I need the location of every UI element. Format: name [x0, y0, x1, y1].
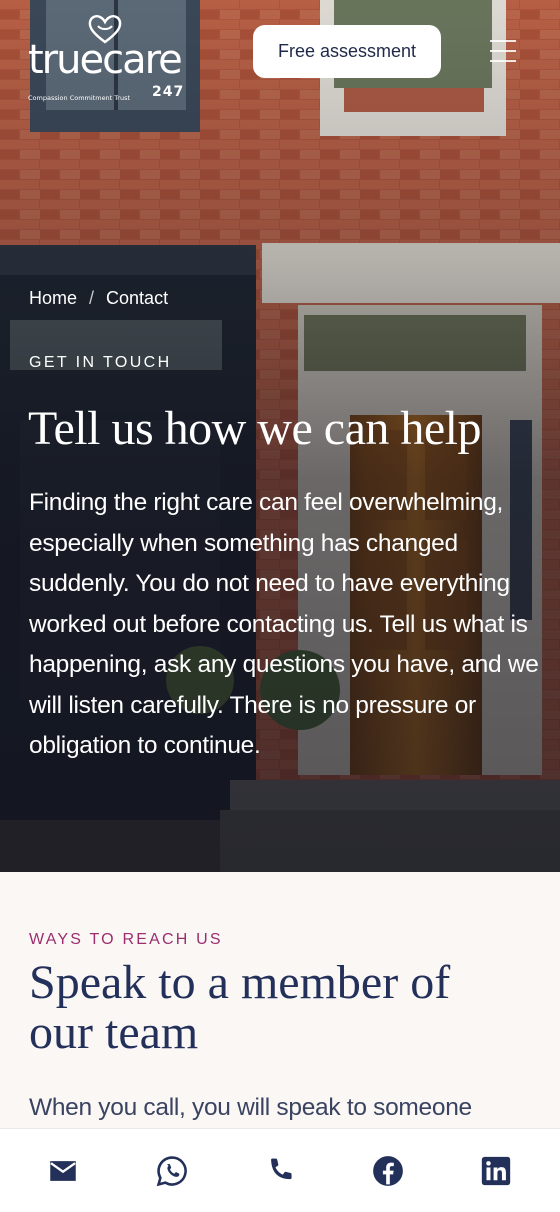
breadcrumb-current: Contact	[106, 288, 169, 308]
logo-tagline: Compassion Commitment Trust	[28, 94, 131, 102]
menu-icon[interactable]	[490, 40, 518, 62]
menu-line	[490, 60, 516, 62]
whatsapp-icon	[156, 1156, 187, 1187]
hero-section: truecare Compassion Commitment Trust 247…	[0, 0, 560, 872]
linkedin-button[interactable]	[474, 1149, 518, 1193]
section-body: When you call, you will speak to someone	[29, 1094, 472, 1121]
hero-body: Finding the right care can feel overwhel…	[29, 489, 539, 759]
menu-line	[490, 50, 516, 52]
truecare-logo[interactable]: truecare Compassion Commitment Trust 247	[28, 14, 188, 102]
section-title: Speak to a member of our team	[29, 956, 451, 1059]
breadcrumb-home-link[interactable]: Home	[29, 288, 77, 309]
breadcrumb-separator: /	[89, 288, 95, 308]
facebook-icon	[373, 1156, 403, 1186]
phone-button[interactable]	[258, 1149, 302, 1193]
bottom-contact-bar	[0, 1128, 560, 1212]
free-assessment-button[interactable]: Free assessment	[253, 25, 441, 78]
breadcrumb: Home / Contact	[29, 288, 168, 309]
email-button[interactable]	[41, 1149, 85, 1193]
whatsapp-button[interactable]	[150, 1149, 194, 1193]
linkedin-icon	[481, 1156, 511, 1186]
phone-icon	[271, 1158, 292, 1180]
hero-title: Tell us how we can help	[28, 402, 482, 455]
section-eyebrow: WAYS TO REACH US	[29, 931, 223, 948]
email-icon	[50, 1161, 76, 1181]
logo-suffix: 247	[152, 84, 185, 100]
logo-wordmark: truecare	[28, 37, 183, 83]
menu-line	[490, 40, 516, 42]
facebook-button[interactable]	[366, 1149, 410, 1193]
hero-eyebrow: GET IN TOUCH	[29, 354, 172, 371]
